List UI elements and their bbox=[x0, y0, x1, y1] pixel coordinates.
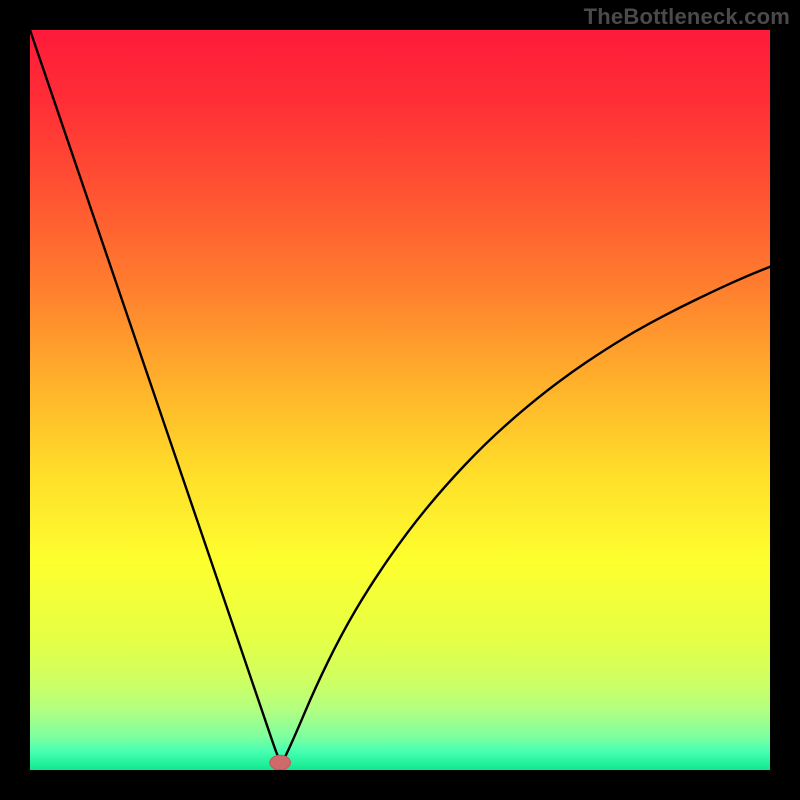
chart-frame bbox=[30, 30, 770, 770]
optimal-point-marker bbox=[30, 30, 770, 770]
watermark-text: TheBottleneck.com bbox=[584, 4, 790, 30]
